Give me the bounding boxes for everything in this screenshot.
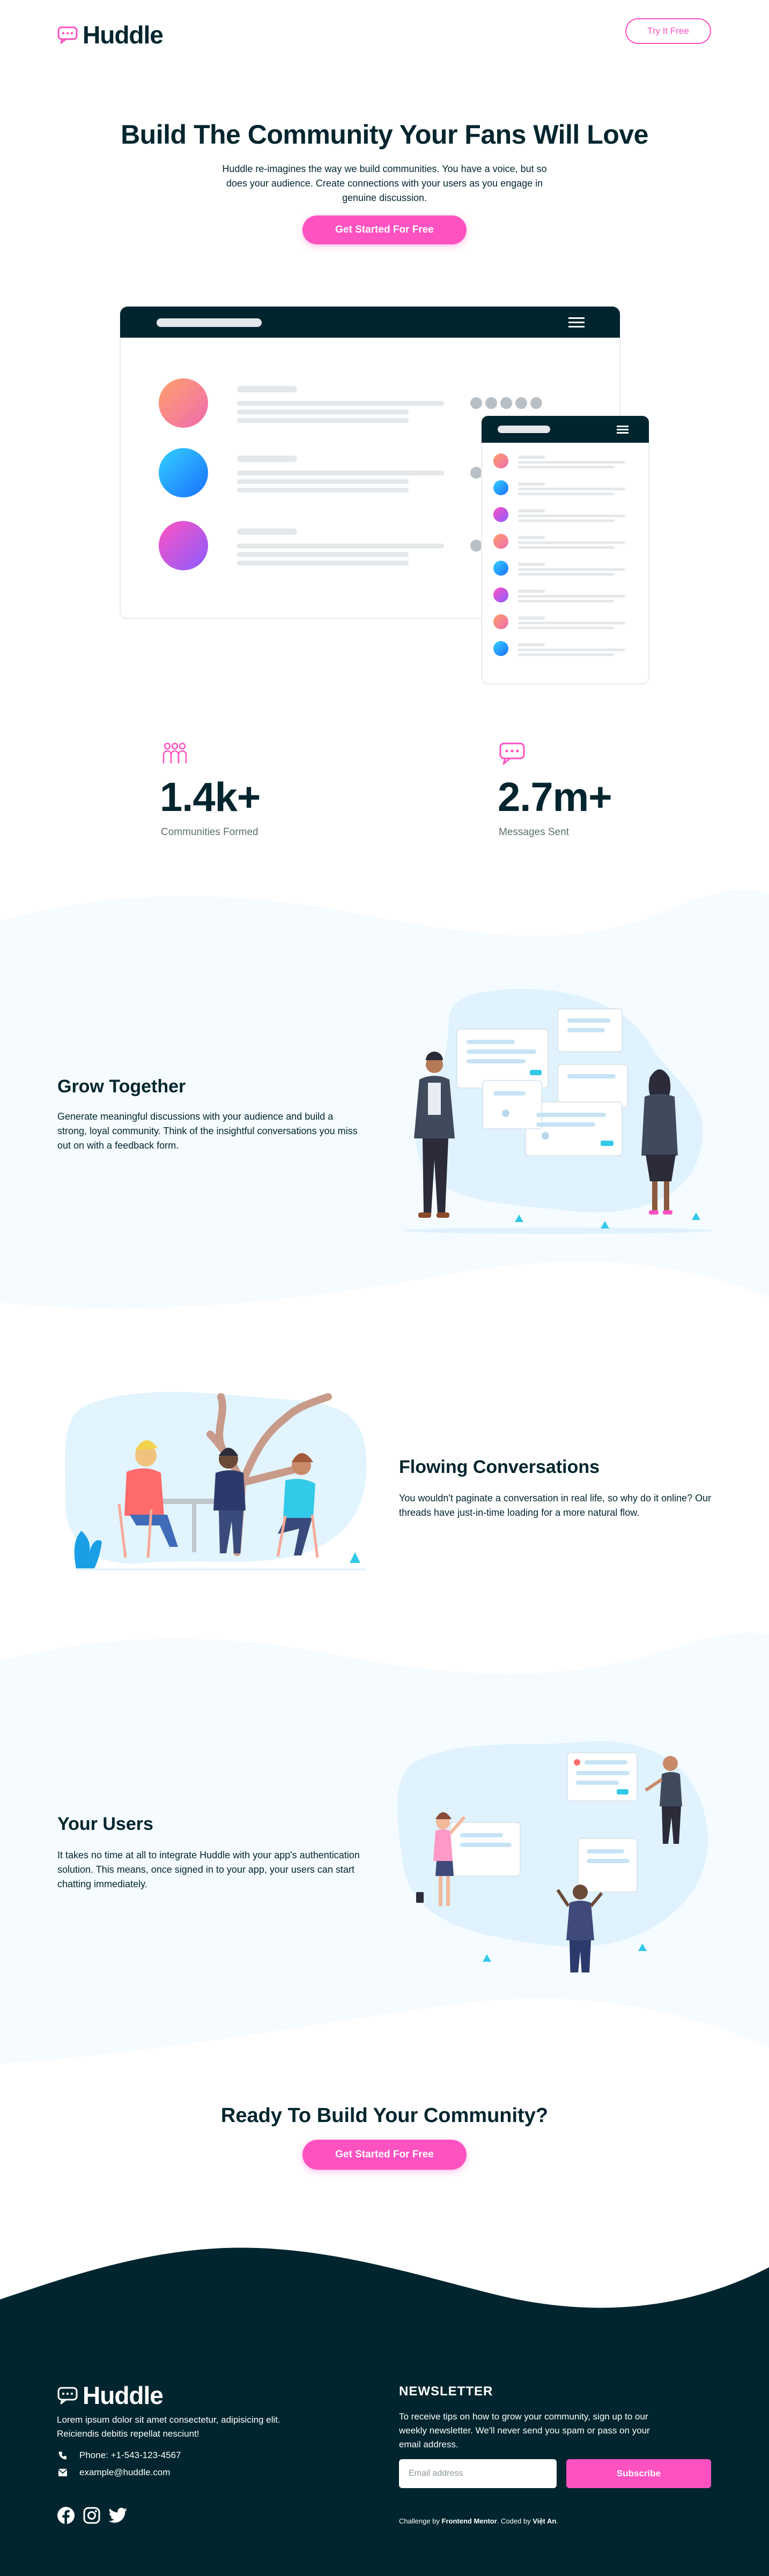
- email-icon: [58, 2469, 68, 2476]
- feature-flowing-conversations-title: Flowing Conversations: [399, 1457, 600, 1477]
- footer-phone-text: Phone: +1-543-123-4567: [79, 2450, 181, 2460]
- header-logo[interactable]: Huddle: [57, 20, 164, 49]
- social-links: [57, 2506, 128, 2525]
- grow-together-illustration: [397, 984, 719, 1241]
- feature-your-users-title: Your Users: [57, 1814, 153, 1834]
- feature-flowing-conversations-text: You wouldn't paginate a conversation in …: [399, 1493, 712, 1518]
- credit-suffix: .: [556, 2517, 558, 2525]
- footer-logo-text: Huddle: [83, 2381, 164, 2409]
- messages-icon: [499, 742, 526, 765]
- footer-description: Lorem ipsum dolor sit amet consectetur, …: [57, 2415, 280, 2439]
- communities-icon: [161, 742, 189, 765]
- credit-mid: . Coded by: [497, 2517, 531, 2525]
- twitter-icon[interactable]: [108, 2507, 128, 2523]
- feature-your-users-text: It takes no time at all to integrate Hud…: [57, 1850, 360, 1889]
- landing-page: Huddle Try It Free Build The Community Y…: [0, 0, 769, 2576]
- credit-prefix: Challenge by: [399, 2517, 440, 2525]
- footer-email-text: example@huddle.com: [79, 2467, 171, 2477]
- footer-email[interactable]: example@huddle.com: [58, 2466, 170, 2480]
- stat-messages-value: 2.7m+: [498, 775, 612, 820]
- stat-messages-label: Messages Sent: [499, 827, 569, 838]
- feature-grow-together-title: Grow Together: [57, 1076, 186, 1097]
- credit-author-link[interactable]: Việt An: [533, 2517, 556, 2525]
- feature-grow-together-text: Generate meaningful discussions with you…: [57, 1111, 358, 1151]
- footer-logo[interactable]: Huddle: [57, 2381, 164, 2410]
- hero-title: Build The Community Your Fans Will Love: [121, 120, 648, 150]
- stat-communities-value: 1.4k+: [160, 775, 261, 820]
- cta-get-started-button[interactable]: Get Started For Free: [302, 2140, 467, 2170]
- instagram-icon[interactable]: [83, 2506, 101, 2525]
- cta-title: Ready To Build Your Community?: [220, 2104, 549, 2127]
- footer-phone: Phone: +1-543-123-4567: [58, 2448, 181, 2462]
- subscribe-button[interactable]: Subscribe: [566, 2459, 711, 2488]
- try-it-free-button[interactable]: Try It Free: [625, 18, 711, 44]
- chat-bubble-logo-icon: [57, 2387, 78, 2404]
- newsletter-title: NEWSLETTER: [399, 2384, 493, 2399]
- your-users-illustration: [397, 1731, 719, 1972]
- logo-text: Huddle: [83, 21, 164, 49]
- stat-communities-label: Communities Formed: [161, 827, 258, 838]
- newsletter-email-input[interactable]: [399, 2459, 557, 2488]
- credit-org-link[interactable]: Frontend Mentor: [442, 2517, 497, 2525]
- phone-icon: [58, 2452, 66, 2460]
- hero-text: Huddle re-imagines the way we build comm…: [222, 163, 547, 203]
- attribution: Challenge by Frontend Mentor. Coded by V…: [399, 2517, 558, 2525]
- hero-mockup-illustration: [119, 306, 650, 686]
- flowing-conversations-illustration: [60, 1375, 371, 1606]
- chat-bubble-logo-icon: [57, 26, 78, 44]
- newsletter-text: To receive tips on how to grow your comm…: [399, 2411, 650, 2450]
- facebook-icon[interactable]: [57, 2506, 75, 2525]
- hero-get-started-button[interactable]: Get Started For Free: [302, 215, 467, 244]
